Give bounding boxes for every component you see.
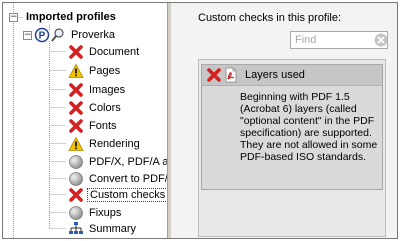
hierarchy-icon [68, 221, 84, 237]
profile-p-icon: P [34, 27, 50, 43]
gray-circle-icon [68, 171, 84, 187]
tree-profile-label: Proverka [71, 29, 116, 41]
find-input[interactable] [291, 32, 373, 48]
pdf-document-icon [223, 67, 239, 83]
tree-item-label: Custom checks [87, 188, 169, 202]
red-x-icon [68, 100, 84, 116]
tree-root-label: Imported profiles [26, 11, 116, 23]
preflight-window: − Imported profiles − P Proverka Documen… [2, 2, 398, 239]
magnifier-icon [50, 27, 66, 43]
red-x-icon [68, 187, 84, 203]
tree-item-label: Colors [89, 102, 121, 114]
panel-title: Custom checks in this profile: [198, 12, 342, 24]
red-x-icon [68, 44, 84, 60]
tree-item-fonts[interactable]: Fonts [68, 117, 119, 135]
warning-icon [68, 63, 84, 79]
tree-item-document[interactable]: Document [68, 43, 141, 61]
red-x-icon [206, 67, 222, 83]
tree-root-imported-profiles[interactable]: − Imported profiles [9, 8, 118, 26]
tree-item-rendering[interactable]: Rendering [68, 135, 142, 153]
tree-item-label: Pages [89, 65, 121, 77]
tree-item-label: Rendering [89, 138, 140, 150]
tree-item-label: Fixups [89, 207, 122, 219]
tree-item-pages[interactable]: Pages [68, 62, 122, 80]
tree-item-label: Fonts [89, 120, 117, 132]
red-x-icon [68, 82, 84, 98]
collapse-icon[interactable]: − [9, 12, 18, 22]
check-item-title: Layers used [245, 69, 305, 81]
tree-item-label: Summary [89, 223, 137, 235]
tree-item-summary[interactable]: Summary [68, 220, 138, 238]
check-item-description: Beginning with PDF 1.5 (Acrobat 6) layer… [240, 91, 378, 163]
gray-circle-icon [68, 205, 84, 221]
tree-item-label: PDF/X, PDF/A ar [89, 156, 173, 168]
tree-item-label: Images [89, 84, 126, 96]
find-box[interactable] [290, 31, 388, 49]
custom-checks-list[interactable]: Layers used Beginning with PDF 1.5 (Acro… [198, 59, 386, 237]
clear-search-icon[interactable] [374, 33, 388, 47]
tree-item-colors[interactable]: Colors [68, 99, 123, 117]
svg-text:P: P [39, 31, 46, 42]
warning-icon [68, 136, 84, 152]
tree-item-label: Convert to PDF/ [89, 173, 168, 185]
profile-tree[interactable]: − Imported profiles − P Proverka Documen… [3, 3, 172, 238]
custom-checks-panel: Custom checks in this profile: Layers us… [171, 3, 397, 238]
tree-item-label: Document [89, 46, 140, 58]
check-item-layers-used[interactable]: Layers used Beginning with PDF 1.5 (Acro… [201, 64, 383, 190]
tree-item-pdfx-pdfa[interactable]: PDF/X, PDF/A ar [68, 153, 174, 171]
red-x-icon [68, 118, 84, 134]
tree-profile-proverka[interactable]: − P Proverka [23, 26, 117, 44]
check-item-header[interactable]: Layers used [202, 65, 382, 86]
tree-item-images[interactable]: Images [68, 81, 127, 99]
tree-item-custom-checks[interactable]: Custom checks [68, 186, 169, 204]
gray-circle-icon [68, 154, 84, 170]
collapse-icon[interactable]: − [23, 30, 32, 40]
